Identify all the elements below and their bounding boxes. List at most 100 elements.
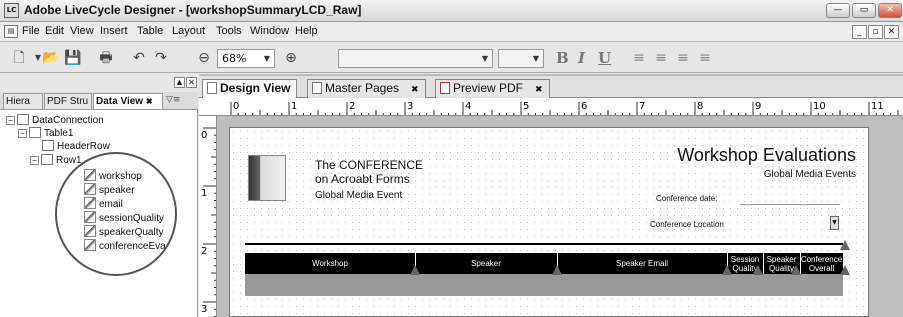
conference-name-line1: The CONFERENCE — [315, 158, 424, 172]
tab-preview-pdf[interactable]: Preview PDF ✖ — [435, 79, 550, 98]
align-right-icon[interactable]: ≡ — [672, 49, 694, 67]
collapse-up-icon[interactable]: ▲ — [174, 77, 185, 88]
zoom-in-icon[interactable]: ⊕ — [280, 49, 302, 67]
tree-node-row1[interactable]: − Row1 — [30, 154, 82, 166]
align-justify-icon[interactable]: ≡ — [694, 49, 716, 67]
warning-icon — [722, 265, 732, 275]
ruler-label: 9 — [755, 101, 761, 112]
open-folder-icon[interactable]: 📂 — [40, 49, 62, 67]
tab-close-icon[interactable]: ✖ — [146, 97, 153, 106]
document-area: Design View Master Pages ✖ Preview PDF ✖ 0… — [199, 74, 903, 317]
align-center-icon[interactable]: ≡ — [650, 49, 672, 67]
connection-icon — [17, 114, 29, 125]
row-icon — [42, 140, 54, 151]
conference-location-label: Conference Location — [650, 220, 724, 229]
save-icon[interactable]: 💾 — [62, 49, 84, 67]
menu-file[interactable]: File — [22, 25, 40, 37]
menu-table[interactable]: Table — [137, 25, 163, 37]
panel-menu-icon[interactable]: ▽≡ — [166, 95, 180, 105]
italic-icon[interactable]: I — [578, 49, 585, 67]
ruler-label: 0 — [233, 101, 239, 112]
column-header-speaker: Speaker — [471, 259, 501, 268]
vertical-ruler: 0 1 2 3 — [199, 116, 217, 317]
toolbar: 🗋 ▼ 📂 💾 🖶 ↶ ↷ ⊖ 68% ▼ ⊕ ▼ ▼ B I U ≡ ≡ ≡ ≡ — [0, 43, 903, 73]
ruler-label: 1 — [201, 188, 207, 199]
warning-icon — [791, 265, 801, 275]
table-icon — [29, 127, 41, 138]
warning-icon — [753, 265, 763, 275]
font-family-select[interactable]: ▼ — [338, 49, 493, 68]
ruler-label: 3 — [407, 101, 413, 112]
bold-icon[interactable]: B — [556, 49, 569, 67]
tab-design-view[interactable]: Design View — [202, 79, 298, 99]
location-dropdown[interactable]: ▼ — [830, 216, 839, 230]
minimize-button[interactable]: — — [826, 3, 850, 18]
conference-date-label: Conference date: — [656, 194, 718, 203]
mdi-close-button[interactable]: ✕ — [884, 25, 899, 39]
table-data-row[interactable] — [245, 274, 843, 296]
pdf-icon — [440, 82, 450, 94]
tab-close-icon[interactable]: ✖ — [411, 84, 419, 94]
close-button[interactable]: ✕ — [878, 3, 902, 18]
maximize-button[interactable]: ▭ — [852, 3, 876, 18]
form-title: Workshop Evaluations — [677, 145, 856, 165]
highlight-circle — [55, 152, 177, 276]
ruler-label: 7 — [639, 101, 645, 112]
event-name: Global Media Event — [315, 190, 403, 201]
ruler-label: 4 — [465, 101, 471, 112]
tree-node-dataconnection[interactable]: − DataConnection — [6, 114, 104, 126]
form-page[interactable]: The CONFERENCE on Acroabt Forms Global M… — [229, 127, 869, 317]
menu-view[interactable]: View — [70, 25, 94, 37]
document-icon[interactable]: ▤ — [4, 25, 18, 38]
row-icon — [41, 154, 53, 165]
tree-node-table1[interactable]: − Table1 — [18, 127, 73, 139]
column-header-workshop: Workshop — [312, 259, 348, 268]
tab-hierarchy[interactable]: Hiera — [3, 93, 43, 109]
font-size-select[interactable]: ▼ — [498, 49, 544, 68]
print-preview-icon[interactable]: 🖶 — [95, 49, 117, 67]
horizontal-ruler: 0 1 2 3 4 5 6 7 8 9 10 11 — [199, 98, 903, 116]
ruler-ticks: 0 1 2 3 — [201, 127, 216, 317]
undo-icon[interactable]: ↶ — [128, 49, 150, 67]
document-tabs: Design View Master Pages ✖ Preview PDF ✖ — [199, 76, 903, 99]
page-icon — [207, 82, 217, 94]
ruler-label: 1 — [291, 101, 297, 112]
ruler-label: 5 — [523, 101, 529, 112]
tab-master-pages[interactable]: Master Pages ✖ — [307, 79, 426, 98]
ruler-ticks: 0 1 2 3 4 5 6 7 8 9 10 11 — [230, 101, 899, 115]
underline-icon[interactable]: U — [598, 49, 611, 67]
mdi-restore-button[interactable]: ▫ — [868, 25, 883, 39]
form-subtitle: Global Media Events — [763, 169, 856, 180]
warning-icon — [552, 265, 562, 275]
mdi-minimize-button[interactable]: _ — [852, 25, 867, 39]
menu-help[interactable]: Help — [295, 25, 318, 37]
conference-date-field[interactable] — [740, 204, 840, 205]
tab-pdf-structure[interactable]: PDF Stru — [44, 93, 92, 109]
menu-tools[interactable]: Tools — [216, 25, 242, 37]
redo-icon[interactable]: ↷ — [150, 49, 172, 67]
menu-edit[interactable]: Edit — [45, 25, 64, 37]
tab-data-view[interactable]: Data View ✖ — [93, 93, 163, 109]
page-icon — [312, 82, 322, 94]
conference-name-line2: on Acroabt Forms — [315, 172, 410, 186]
warning-icon — [410, 265, 420, 275]
ruler-label: 8 — [697, 101, 703, 112]
panel-header: ▲ ✕ — [0, 74, 198, 92]
zoom-out-icon[interactable]: ⊖ — [193, 49, 215, 67]
menu-layout[interactable]: Layout — [172, 25, 205, 37]
menu-bar: ▤ File Edit View Insert Table Layout Too… — [0, 22, 903, 42]
menu-insert[interactable]: Insert — [100, 25, 128, 37]
panel-close-icon[interactable]: ✕ — [186, 77, 197, 88]
tab-close-icon[interactable]: ✖ — [535, 84, 543, 94]
product-box-image — [248, 155, 286, 201]
zoom-select[interactable]: 68% ▼ — [217, 49, 275, 68]
ruler-label: 0 — [201, 130, 207, 141]
column-header-conference-overall: Conference Overall — [800, 255, 843, 273]
align-left-icon[interactable]: ≡ — [628, 49, 650, 67]
tree-node-headerrow[interactable]: HeaderRow — [42, 140, 110, 152]
ruler-label: 2 — [349, 101, 355, 112]
title-bar: LC Adobe LiveCycle Designer - [workshopS… — [0, 0, 903, 22]
menu-window[interactable]: Window — [250, 25, 289, 37]
warning-icon — [840, 240, 850, 250]
window-title: Adobe LiveCycle Designer - [workshopSumm… — [24, 3, 362, 17]
